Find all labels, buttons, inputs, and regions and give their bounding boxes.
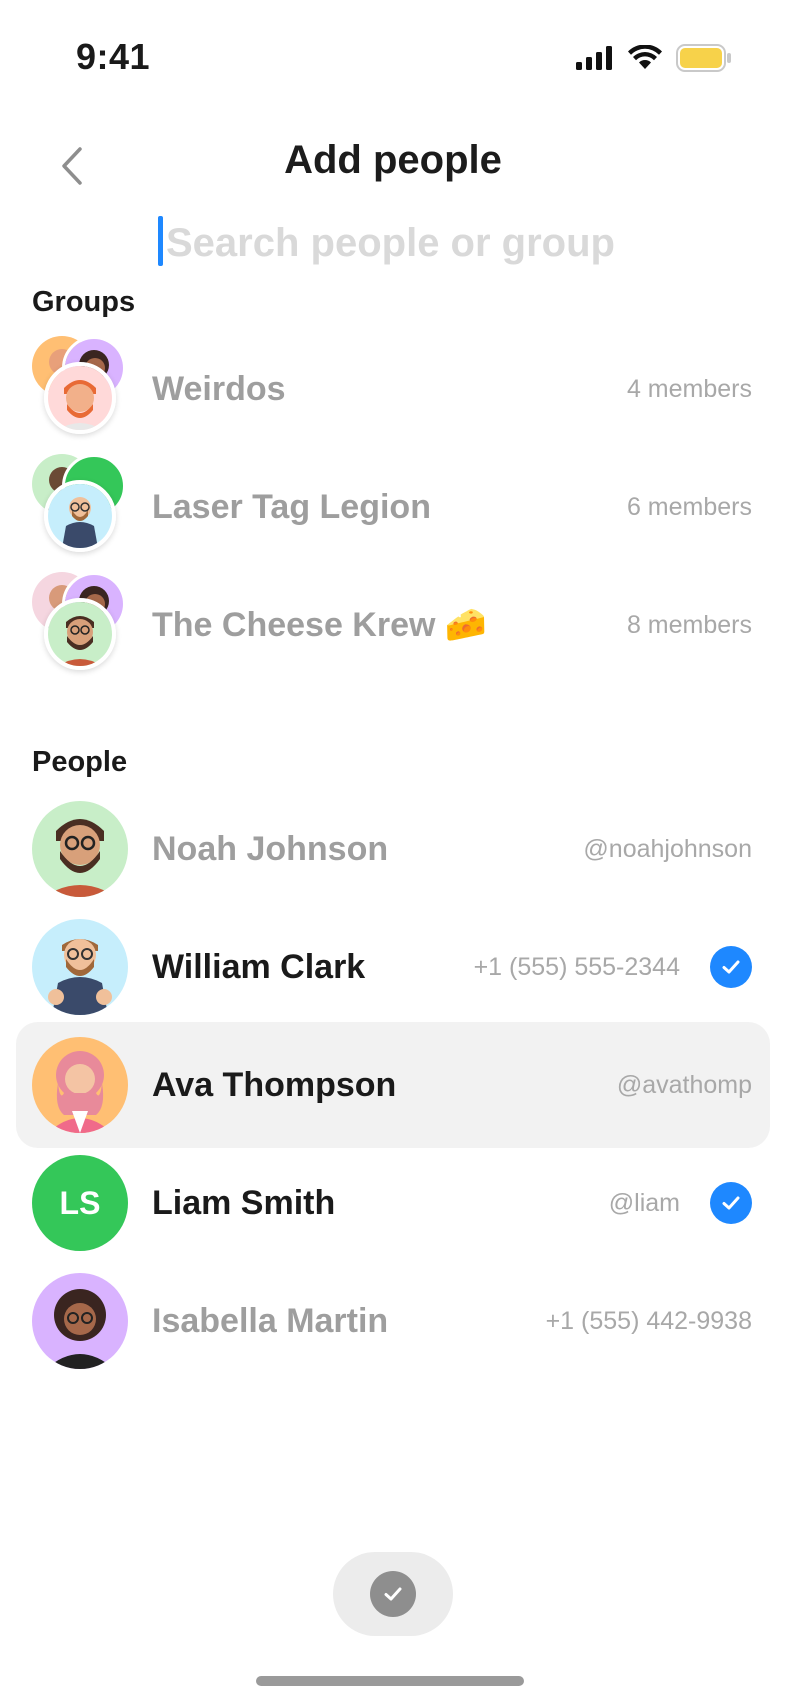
group-name-text: The Cheese Krew	[152, 606, 436, 644]
avatar	[32, 801, 128, 897]
search-input[interactable]	[166, 212, 636, 274]
person-name: Ava Thompson	[152, 1065, 397, 1104]
selected-check[interactable]	[710, 1182, 752, 1224]
group-row-weirdos[interactable]: Weirdos 4 members	[16, 326, 770, 452]
group-row-laser-tag-legion[interactable]: Laser Tag Legion 6 members	[16, 444, 770, 570]
person-name: Isabella Martin	[152, 1301, 389, 1340]
person-row-ava-thompson[interactable]: Ava Thompson @avathomp	[16, 1022, 770, 1148]
person-row-isabella-martin[interactable]: Isabella Martin +1 (555) 442-9938	[16, 1258, 770, 1384]
status-bar: 9:41	[0, 0, 786, 120]
cellular-signal-icon	[576, 46, 612, 70]
avatar	[32, 1037, 128, 1133]
avatar	[44, 480, 116, 552]
confirm-circle	[370, 1571, 416, 1617]
group-name: Laser Tag Legion	[152, 487, 431, 526]
avatar-initials: LS	[32, 1155, 128, 1251]
status-icons	[576, 44, 732, 72]
avatar	[44, 362, 116, 434]
person-phone: +1 (555) 442-9938	[545, 1306, 752, 1335]
people-section-title: People	[32, 746, 128, 778]
person-phone: +1 (555) 555-2344	[473, 952, 680, 981]
group-name: Weirdos	[152, 369, 286, 408]
group-member-count: 6 members	[626, 492, 752, 521]
groups-section-title: Groups	[32, 286, 136, 318]
person-name: William Clark	[152, 947, 366, 986]
group-member-count: 8 members	[626, 610, 752, 639]
search-bar	[0, 212, 786, 274]
person-row-william-clark[interactable]: William Clark +1 (555) 555-2344	[16, 904, 770, 1030]
group-avatar-stack	[32, 336, 132, 442]
person-handle: @avathomp	[616, 1070, 752, 1099]
person-handle: @liam	[608, 1188, 680, 1217]
confirm-button[interactable]	[333, 1552, 453, 1636]
person-row-noah-johnson[interactable]: Noah Johnson @noahjohnson	[16, 786, 770, 912]
search-wrap	[158, 212, 636, 274]
group-avatar-stack	[32, 572, 132, 678]
checkmark-icon	[722, 1196, 740, 1210]
person-name: Liam Smith	[152, 1183, 336, 1222]
avatar	[32, 1273, 128, 1369]
group-member-count: 4 members	[626, 374, 752, 403]
person-row-liam-smith[interactable]: LS Liam Smith @liam	[16, 1140, 770, 1266]
header: Add people	[0, 120, 786, 210]
avatar	[44, 598, 116, 670]
checkmark-icon	[722, 960, 740, 974]
person-handle: @noahjohnson	[583, 834, 752, 863]
battery-icon	[676, 44, 731, 72]
person-name: Noah Johnson	[152, 829, 389, 868]
home-indicator	[256, 1676, 524, 1686]
wifi-icon	[628, 45, 662, 69]
checkmark-icon	[384, 1587, 402, 1601]
group-row-the-cheese-krew[interactable]: The Cheese Krew 🧀 8 members	[16, 562, 770, 688]
add-people-screen: 9:41 Add people Search people or group G…	[0, 0, 786, 1704]
status-time: 9:41	[76, 36, 151, 77]
selected-check[interactable]	[710, 946, 752, 988]
group-avatar-stack	[32, 454, 132, 560]
text-caret	[158, 216, 163, 266]
page-title: Add people	[284, 138, 502, 182]
cheese-emoji-icon: 🧀	[444, 606, 488, 644]
group-name: The Cheese Krew 🧀	[152, 605, 487, 645]
avatar	[32, 919, 128, 1015]
